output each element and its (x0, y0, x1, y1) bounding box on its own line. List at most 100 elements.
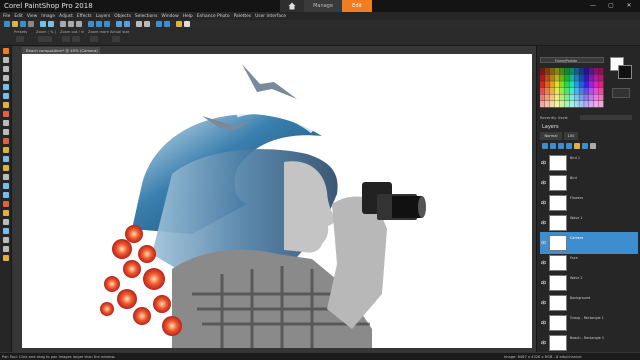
zoom-tool-icon[interactable] (3, 57, 9, 63)
color-swatch[interactable] (559, 94, 565, 101)
color-swatch[interactable] (544, 74, 550, 81)
zoom-more-button[interactable] (90, 36, 98, 42)
color-swatch[interactable] (564, 101, 570, 108)
color-swatch[interactable] (564, 68, 570, 75)
color-swatch[interactable] (574, 87, 579, 95)
menu-view[interactable]: View (27, 14, 37, 19)
move-tool-icon[interactable] (3, 75, 9, 81)
menu-enhance-photo[interactable]: Enhance Photo (197, 14, 230, 19)
recently-used-strip[interactable] (580, 115, 632, 120)
color-swatch[interactable] (540, 101, 545, 108)
color-swatch[interactable] (579, 81, 584, 88)
color-swatch[interactable] (549, 87, 555, 95)
menu-file[interactable]: File (3, 14, 10, 19)
color-swatch[interactable] (564, 74, 570, 81)
menu-edit[interactable]: Edit (14, 14, 23, 19)
color-swatch[interactable] (569, 94, 574, 101)
color-swatch[interactable] (554, 68, 560, 75)
color-swatch[interactable] (564, 87, 570, 95)
guides-icon[interactable] (144, 21, 150, 27)
print-icon[interactable] (28, 21, 34, 27)
color-swatch[interactable] (540, 87, 545, 95)
color-swatch[interactable] (569, 68, 574, 75)
color-swatch[interactable] (598, 68, 604, 75)
color-swatch[interactable] (589, 87, 594, 95)
color-swatch[interactable] (584, 101, 589, 108)
grid-icon[interactable] (136, 21, 142, 27)
menu-window[interactable]: Window (161, 14, 178, 19)
color-swatch[interactable] (554, 94, 560, 101)
color-swatch[interactable] (593, 68, 599, 75)
color-swatch[interactable] (589, 94, 594, 101)
color-swatch[interactable] (584, 87, 589, 95)
open-icon[interactable] (12, 21, 18, 27)
new-icon[interactable] (4, 21, 10, 27)
color-swatch[interactable] (559, 68, 565, 75)
color-swatch[interactable] (598, 74, 604, 81)
paste-icon[interactable] (76, 21, 82, 27)
opacity-input[interactable]: 100 (564, 132, 578, 140)
smudge-icon[interactable] (3, 192, 9, 198)
visibility-eye-icon[interactable] (541, 160, 546, 165)
red-eye-icon[interactable] (3, 138, 9, 144)
color-swatch[interactable] (589, 101, 594, 108)
crop-icon[interactable] (96, 21, 102, 27)
tab-manage[interactable]: Manage (304, 0, 342, 12)
layer-row[interactable]: Beach - Rectangle 1 (540, 332, 638, 354)
color-swatch[interactable] (589, 68, 594, 75)
script-icon[interactable] (124, 21, 130, 27)
visibility-eye-icon[interactable] (541, 180, 546, 185)
delete-layer-icon[interactable] (590, 143, 596, 149)
menu-selections[interactable]: Selections (135, 14, 158, 19)
paint-brush-icon[interactable] (3, 165, 9, 171)
rotate-icon[interactable] (104, 21, 110, 27)
color-swatch[interactable] (559, 81, 565, 88)
visibility-eye-icon[interactable] (541, 300, 546, 305)
layer-row[interactable]: Face (540, 252, 638, 274)
color-swatch[interactable] (549, 94, 555, 101)
picture-tube-icon[interactable] (3, 255, 9, 261)
shape-tool-icon[interactable] (3, 228, 9, 234)
group-icon[interactable] (574, 143, 580, 149)
color-swatch[interactable] (564, 94, 570, 101)
magic-wand-icon[interactable] (3, 93, 9, 99)
visibility-eye-icon[interactable] (541, 220, 546, 225)
color-swatch[interactable] (564, 81, 570, 88)
color-swatch[interactable] (574, 68, 579, 75)
minimize-button[interactable]: — (584, 0, 602, 12)
visibility-eye-icon[interactable] (541, 260, 546, 265)
perspective-icon[interactable] (3, 129, 9, 135)
maximize-button[interactable]: ▢ (602, 0, 620, 12)
text-tool-icon[interactable] (3, 219, 9, 225)
material-properties[interactable] (612, 88, 630, 98)
adjust-icon[interactable] (116, 21, 122, 27)
color-swatch[interactable] (579, 94, 584, 101)
selection-tool-icon[interactable] (3, 84, 9, 90)
dropper-icon[interactable] (3, 102, 9, 108)
color-swatch[interactable] (549, 68, 555, 75)
menu-user-interface[interactable]: User Interface (255, 14, 286, 19)
zoom-in-button[interactable] (72, 36, 80, 42)
color-swatch[interactable] (584, 81, 589, 88)
color-swatch[interactable] (544, 101, 550, 108)
color-swatch[interactable] (574, 81, 579, 88)
dodge-icon[interactable] (3, 183, 9, 189)
color-swatch[interactable] (579, 68, 584, 75)
menu-help[interactable]: Help (183, 14, 193, 19)
menu-effects[interactable]: Effects (77, 14, 92, 19)
color-swatch[interactable] (554, 74, 560, 81)
warp-brush-icon[interactable] (3, 246, 9, 252)
color-swatch[interactable] (569, 81, 574, 88)
layer-row[interactable]: Camera (540, 232, 638, 254)
save-icon[interactable] (20, 21, 26, 27)
layer-row[interactable]: Bird (540, 172, 638, 194)
color-swatch[interactable] (598, 94, 604, 101)
redo-icon[interactable] (48, 21, 54, 27)
color-swatch[interactable] (549, 74, 555, 81)
layer-row[interactable]: Wave 1 (540, 212, 638, 234)
color-swatch[interactable] (593, 74, 599, 81)
color-swatch[interactable] (554, 101, 560, 108)
color-swatch[interactable] (540, 68, 545, 75)
materials-dropdown[interactable]: Frame/Palette (540, 57, 604, 63)
close-button[interactable]: ✕ (620, 0, 638, 12)
